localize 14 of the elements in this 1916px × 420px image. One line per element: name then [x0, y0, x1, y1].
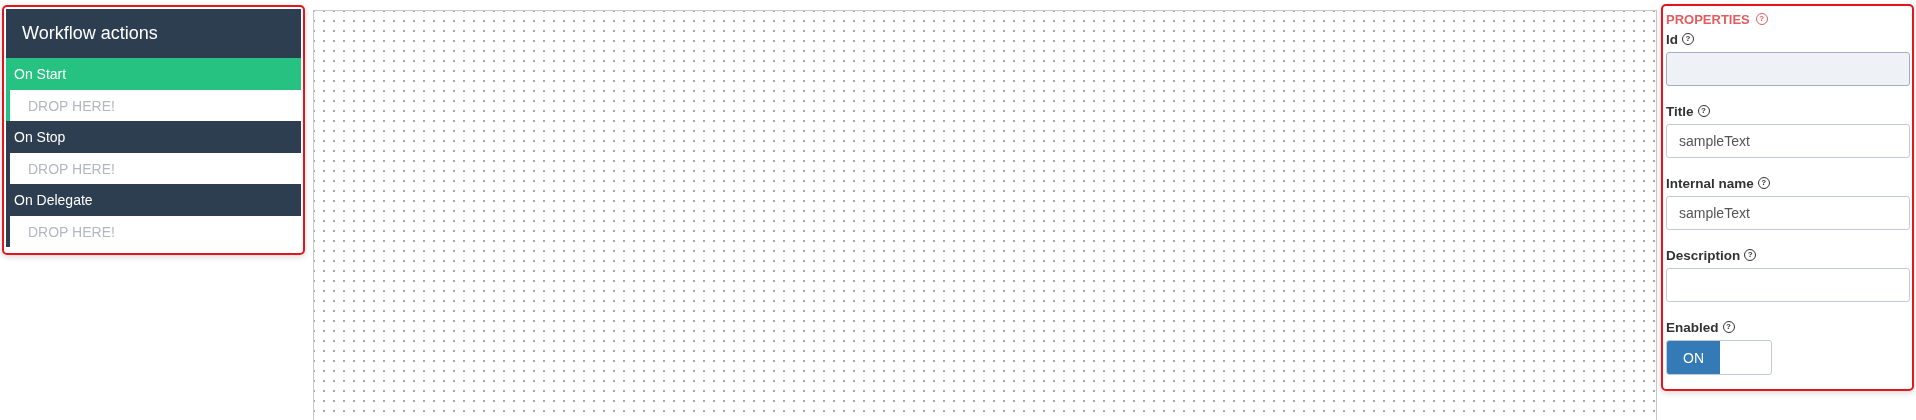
toggle-switch[interactable]: ON [1666, 340, 1772, 375]
input-field[interactable] [1666, 268, 1910, 302]
field-label: Title [1666, 103, 1694, 119]
input-field[interactable]: sampleText [1666, 196, 1910, 230]
field-label: Internal name [1666, 175, 1754, 191]
field-label: Enabled [1666, 319, 1719, 335]
field-label: Id [1666, 31, 1678, 47]
action-header[interactable]: On Stop [6, 121, 301, 153]
input-field[interactable]: sampleText [1666, 124, 1910, 158]
panel-title: PROPERTIES [1666, 11, 1750, 27]
panel-title: Workflow actions [6, 9, 301, 58]
action-header[interactable]: On Delegate [6, 184, 301, 216]
field-label: Description [1666, 247, 1741, 263]
dotted-canvas[interactable] [313, 10, 1657, 420]
